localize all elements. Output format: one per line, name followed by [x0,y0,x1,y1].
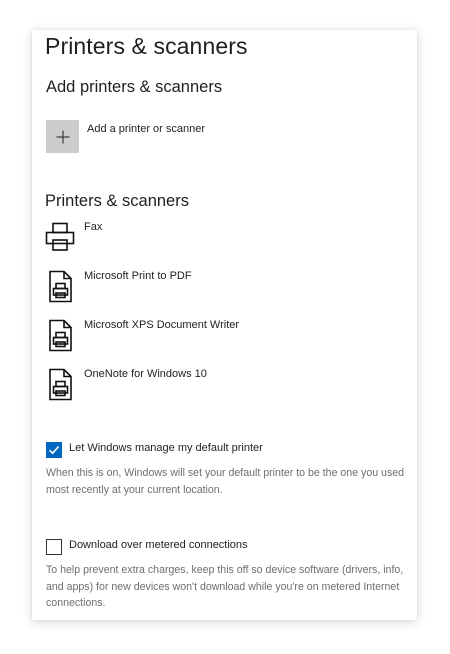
metered-label: Download over metered connections [69,539,248,551]
printer-item-label: Microsoft Print to PDF [84,270,192,282]
printer-item-xps-writer[interactable]: Microsoft XPS Document Writer [44,319,374,359]
document-printer-icon [49,368,72,401]
printers-list-heading: Printers & scanners [45,192,189,210]
plus-icon [56,130,69,143]
metered-checkbox[interactable] [46,539,62,555]
document-printer-icon [49,319,72,352]
printer-icon [45,222,75,251]
add-printer-label[interactable]: Add a printer or scanner [87,123,205,135]
page-title: Printers & scanners [45,33,248,59]
printer-item-label: OneNote for Windows 10 [84,368,207,380]
default-printer-description: When this is on, Windows will set your d… [46,467,405,496]
printer-item-print-to-pdf[interactable]: Microsoft Print to PDF [44,270,374,310]
document-printer-icon [49,270,72,303]
default-printer-label: Let Windows manage my default printer [69,442,263,454]
default-printer-checkbox[interactable] [46,442,62,458]
add-printers-heading: Add printers & scanners [46,78,223,96]
default-printer-checkbox-row[interactable]: Let Windows manage my default printer [46,442,386,460]
metered-checkbox-row[interactable]: Download over metered connections [46,539,386,557]
checkmark-icon [48,446,60,455]
metered-description: To help prevent extra charges, keep this… [46,564,404,609]
printer-item-onenote[interactable]: OneNote for Windows 10 [44,368,374,408]
add-printer-button[interactable] [46,120,79,153]
printer-item-fax[interactable]: Fax [44,221,374,261]
printer-item-label: Fax [84,221,103,233]
printer-item-label: Microsoft XPS Document Writer [84,319,240,331]
